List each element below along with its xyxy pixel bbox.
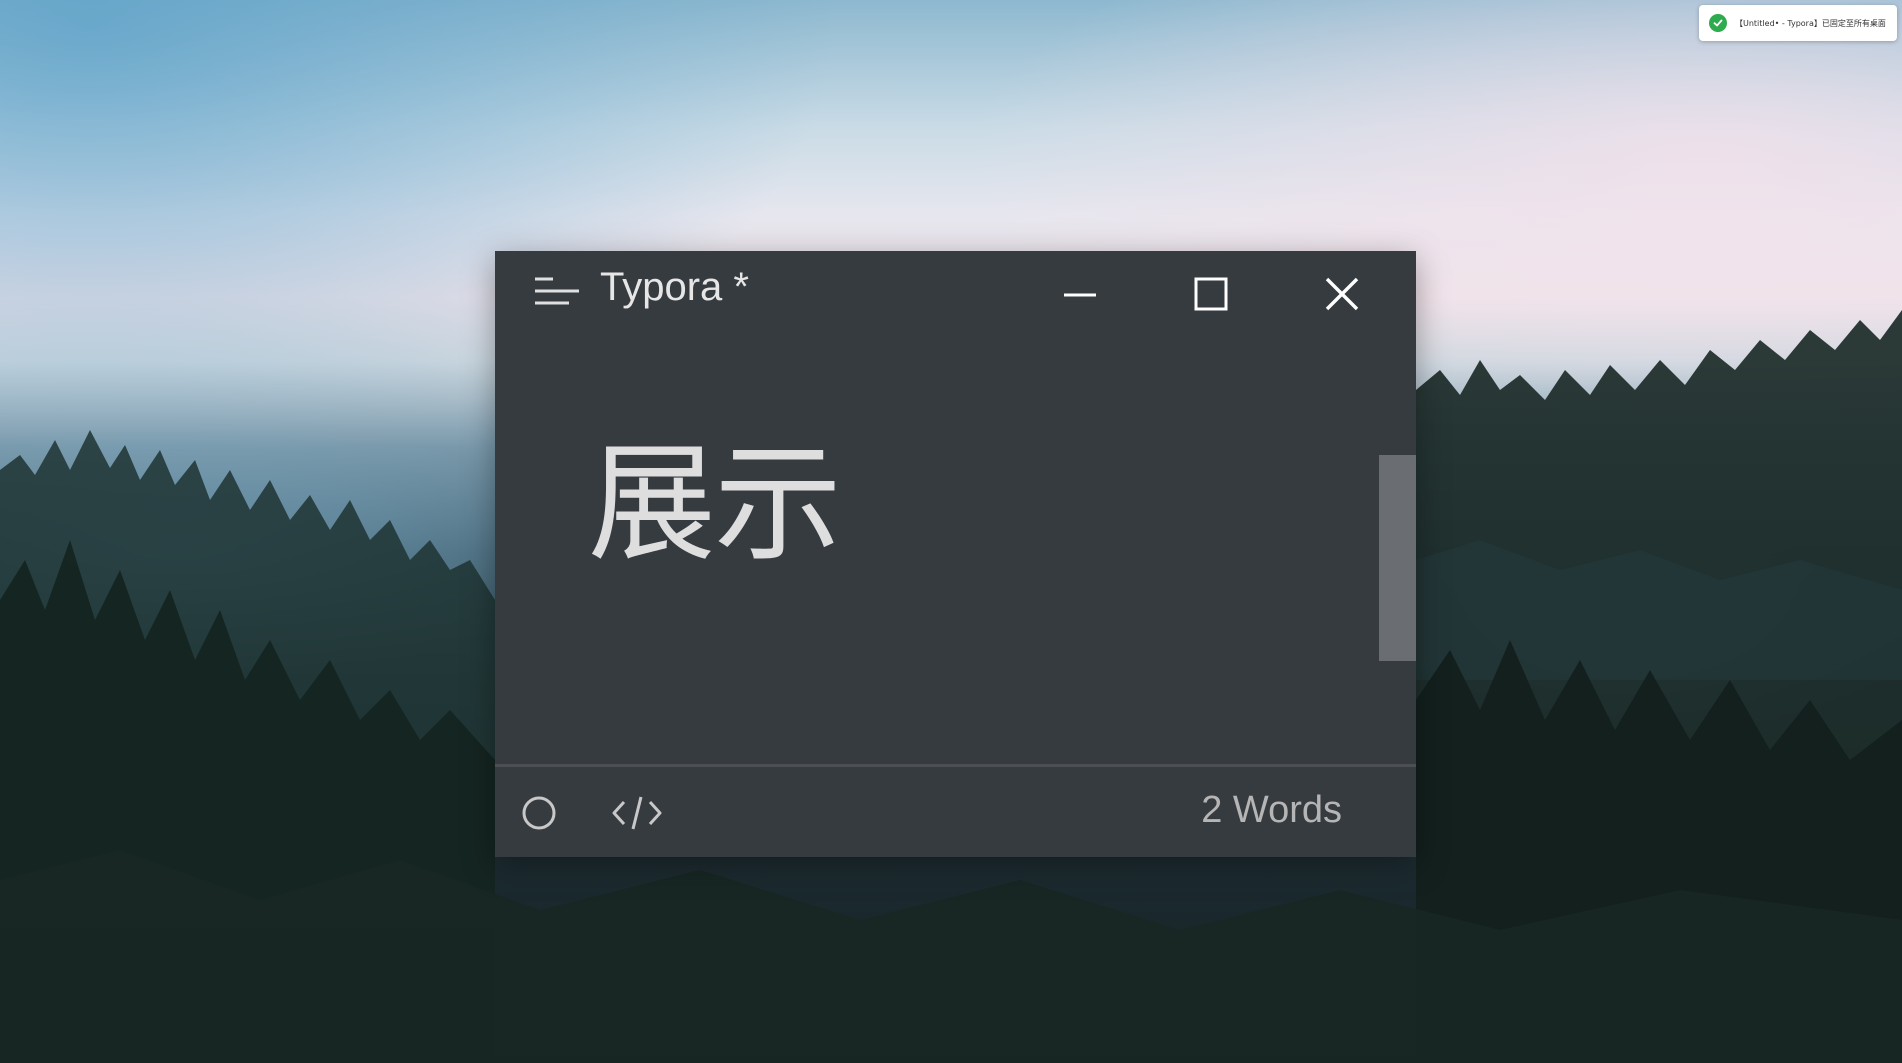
title-bar[interactable]: Typora *: [495, 251, 1416, 331]
source-code-mode-button[interactable]: [612, 793, 662, 833]
document-heading[interactable]: 展示: [588, 441, 842, 569]
editor-area[interactable]: 展示: [495, 331, 1416, 1016]
maximize-icon: [1194, 277, 1228, 311]
minimize-icon: [1064, 293, 1096, 297]
status-bar: 2 Words: [495, 764, 1416, 857]
sidebar-toggle-button[interactable]: [521, 795, 557, 831]
word-count[interactable]: 2 Words: [1201, 789, 1342, 832]
window-title: Typora *: [600, 265, 749, 309]
notification-text: 【Untitled• - Typora】已固定至所有桌面: [1735, 18, 1886, 28]
close-button[interactable]: [1312, 267, 1372, 321]
code-icon: [612, 796, 662, 830]
pinned-notification-toast: 【Untitled• - Typora】已固定至所有桌面: [1699, 5, 1897, 41]
hamburger-menu-icon[interactable]: [533, 273, 581, 313]
minimize-button[interactable]: [1050, 267, 1110, 321]
check-circle-icon: [1709, 14, 1727, 32]
typora-window: Typora * 展示 2 Words: [495, 251, 1416, 857]
maximize-button[interactable]: [1181, 267, 1241, 321]
close-icon: [1325, 277, 1359, 311]
scrollbar-thumb[interactable]: [1379, 455, 1416, 661]
circle-icon: [522, 796, 556, 830]
